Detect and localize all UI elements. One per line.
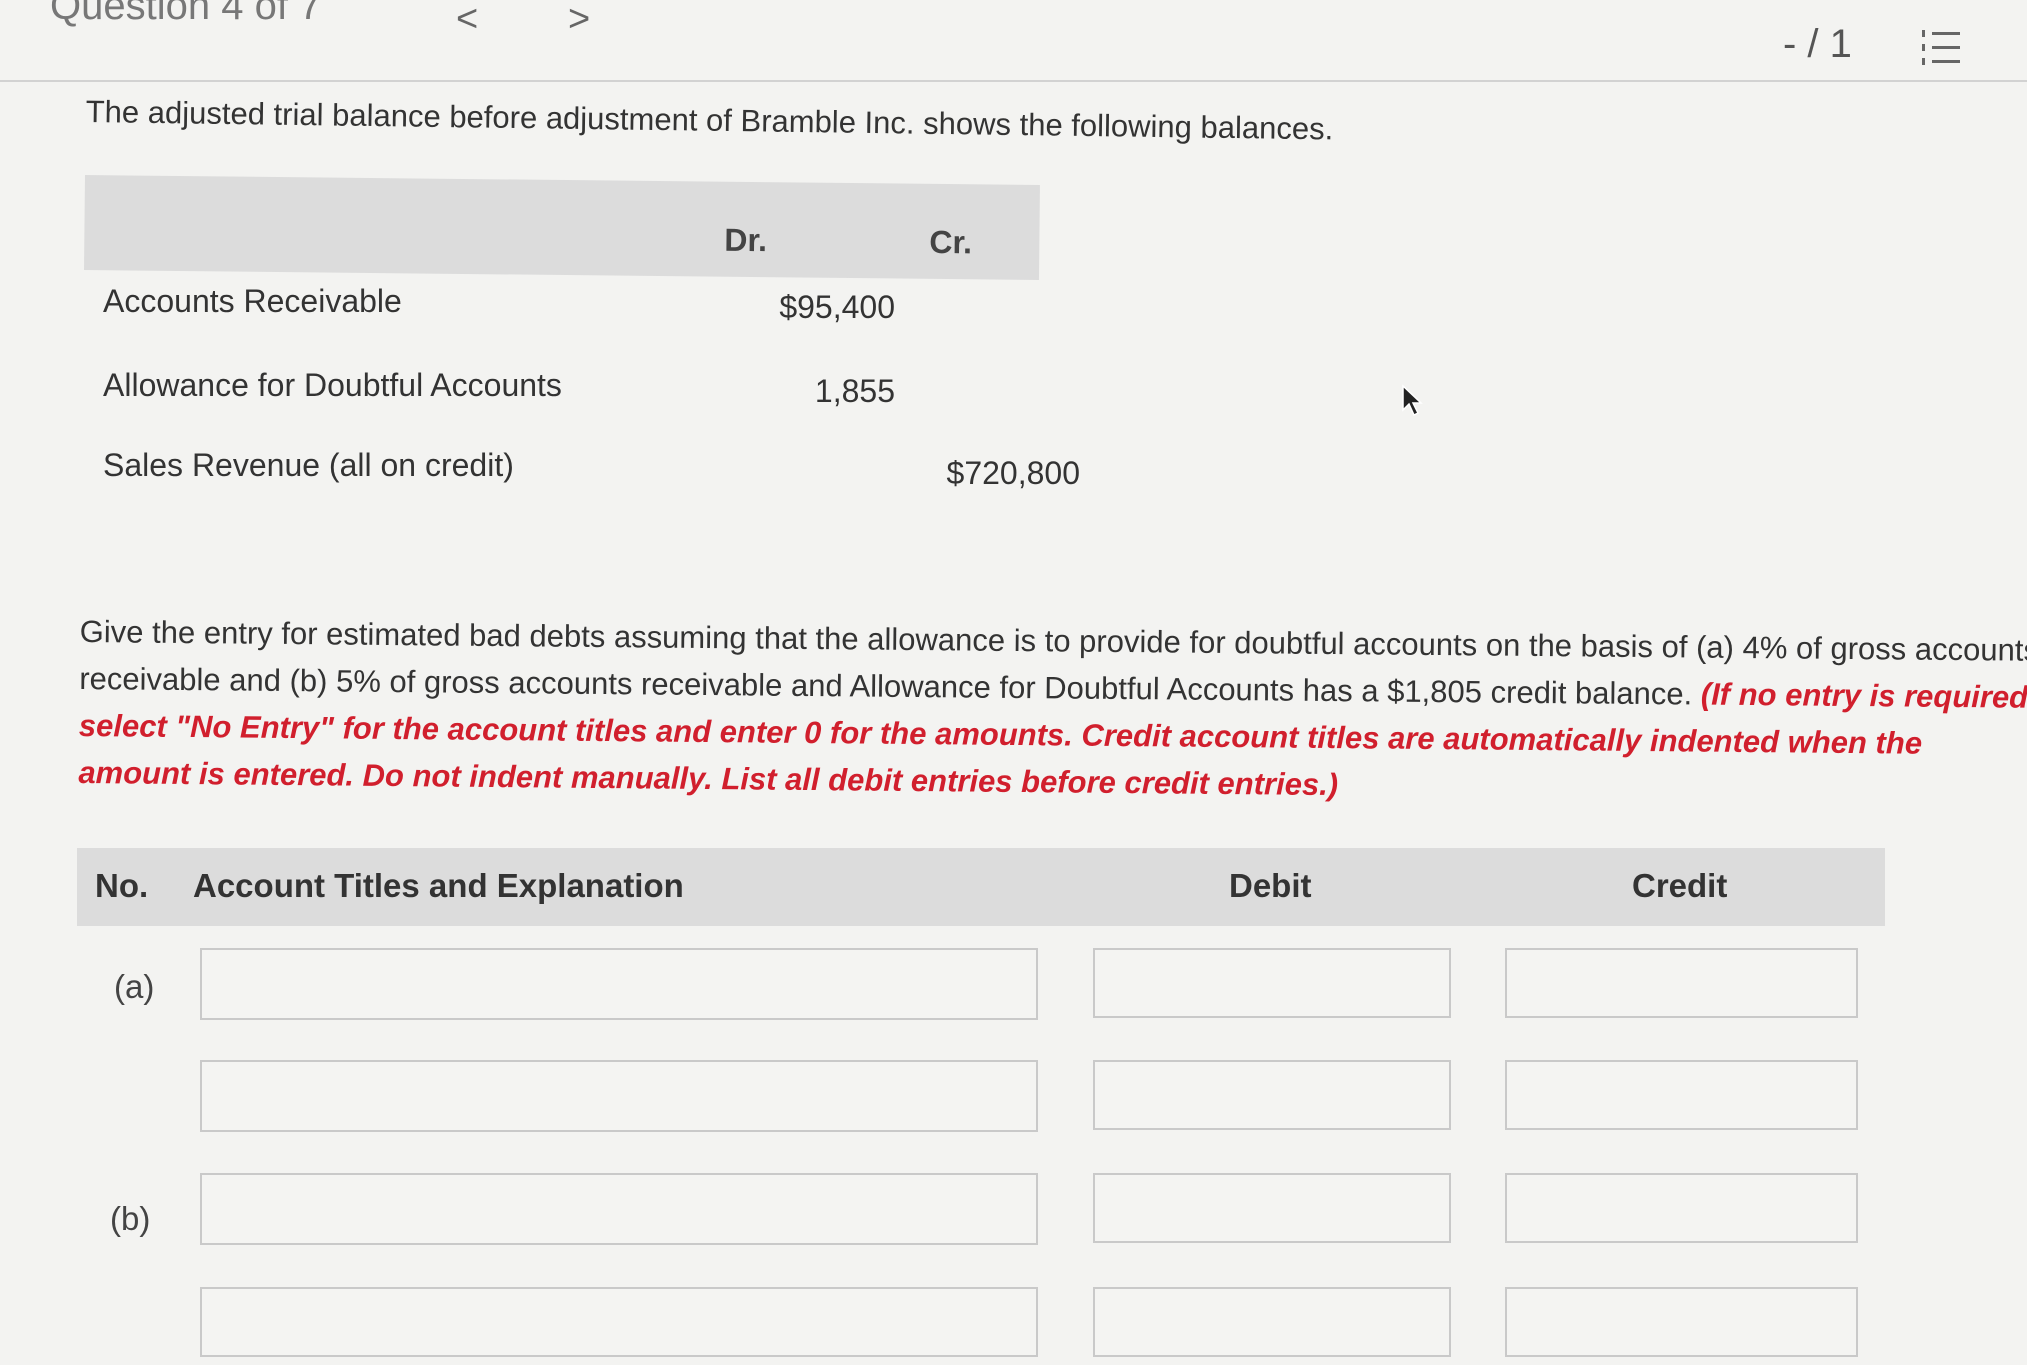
account-title-input[interactable] bbox=[200, 1287, 1038, 1357]
journal-entry-header: No. Account Titles and Explanation Debit… bbox=[77, 848, 1885, 926]
debit-amount-input[interactable] bbox=[1093, 948, 1451, 1018]
trial-balance-row: Accounts Receivable $95,400 bbox=[85, 283, 1040, 343]
credit-amount-input[interactable] bbox=[1505, 1287, 1858, 1357]
question-title: Question 4 of 7 bbox=[50, 0, 322, 28]
journal-account-header: Account Titles and Explanation bbox=[193, 867, 684, 904]
journal-no-header: No. bbox=[95, 867, 149, 904]
trial-balance-dr-header: Dr. bbox=[724, 221, 768, 259]
trial-balance-cr-header: Cr. bbox=[929, 223, 973, 261]
credit-value: $720,800 bbox=[946, 455, 1080, 491]
debit-value: 1,855 bbox=[814, 373, 895, 409]
score-display: - / 1 bbox=[1783, 22, 1852, 66]
top-bar: Question 4 of 7 < > - / 1 bbox=[0, 0, 2027, 82]
credit-amount-input[interactable] bbox=[1505, 1173, 1858, 1243]
trial-balance-row: Allowance for Doubtful Accounts 1,855 bbox=[85, 367, 1040, 427]
journal-credit-header: Credit bbox=[1632, 867, 1728, 904]
debit-amount-input[interactable] bbox=[1093, 1060, 1451, 1130]
next-question-button[interactable]: > bbox=[568, 0, 590, 41]
account-title-input[interactable] bbox=[200, 1060, 1038, 1132]
debit-amount-input[interactable] bbox=[1093, 1173, 1451, 1243]
debit-amount-input[interactable] bbox=[1093, 1287, 1451, 1357]
previous-question-button[interactable]: < bbox=[456, 0, 478, 41]
entry-label-a: (a) bbox=[114, 968, 155, 1005]
account-label: Sales Revenue (all on credit) bbox=[103, 447, 514, 483]
credit-amount-input[interactable] bbox=[1505, 1060, 1858, 1130]
entry-label-b: (b) bbox=[110, 1200, 151, 1237]
credit-amount-input[interactable] bbox=[1505, 948, 1858, 1018]
mouse-pointer-icon bbox=[1402, 384, 1423, 417]
account-label: Allowance for Doubtful Accounts bbox=[103, 367, 562, 403]
account-label: Accounts Receivable bbox=[103, 283, 402, 319]
question-text: Give the entry for estimated bad debts a… bbox=[78, 608, 2027, 815]
account-title-input[interactable] bbox=[200, 948, 1038, 1020]
trial-balance-row: Sales Revenue (all on credit) $720,800 bbox=[85, 447, 1080, 507]
list-icon[interactable] bbox=[1920, 28, 1962, 68]
debit-value: $95,400 bbox=[779, 289, 895, 325]
trial-balance-header: Dr. Cr. bbox=[84, 175, 1040, 280]
journal-debit-header: Debit bbox=[1229, 867, 1312, 904]
account-title-input[interactable] bbox=[200, 1173, 1038, 1245]
intro-text: The adjusted trial balance before adjust… bbox=[85, 94, 1334, 147]
